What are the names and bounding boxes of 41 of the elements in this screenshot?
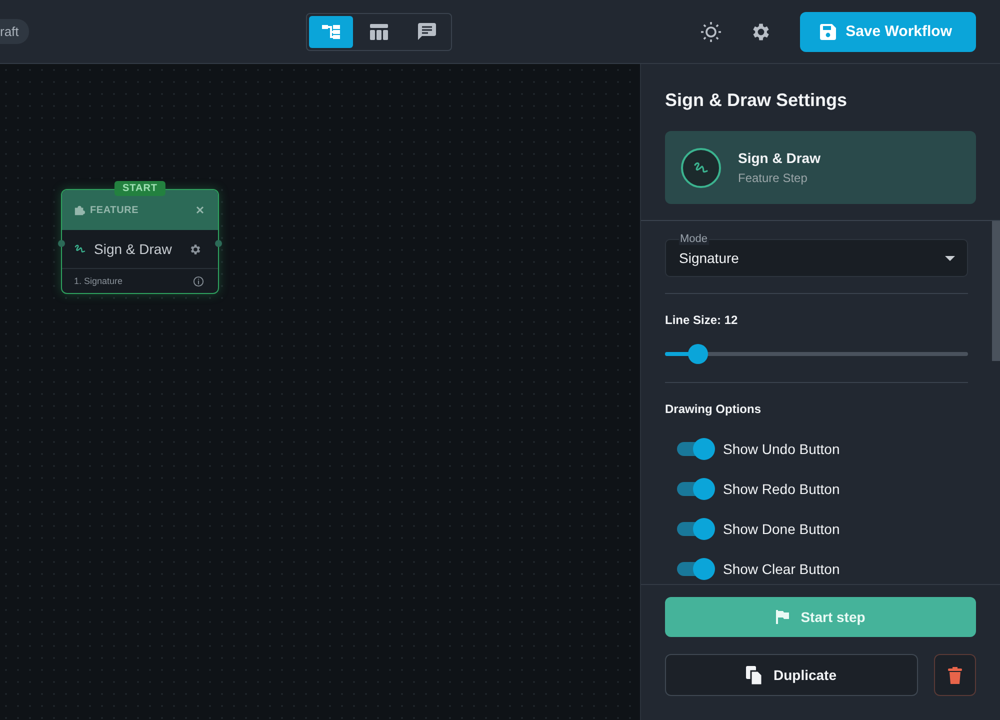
- toggle-switch[interactable]: [677, 436, 715, 462]
- chat-icon: [418, 23, 436, 40]
- field-label: Mode: [679, 233, 709, 245]
- output-port[interactable]: [215, 240, 222, 247]
- option-label: Show Redo Button: [723, 481, 840, 497]
- copy-icon: [746, 666, 764, 684]
- panel-title: Sign & Draw Settings: [665, 90, 848, 111]
- input-port[interactable]: [58, 240, 65, 247]
- node-category: FEATURE: [90, 204, 140, 216]
- toggle-switch[interactable]: [677, 556, 715, 582]
- settings-icon[interactable]: [189, 242, 202, 256]
- option-label: Show Undo Button: [723, 441, 840, 457]
- table-icon: [370, 24, 388, 40]
- flow-view-tab[interactable]: [309, 16, 354, 48]
- duplicate-button[interactable]: Duplicate: [665, 654, 918, 696]
- scrollbar[interactable]: [992, 221, 1000, 361]
- slider-thumb[interactable]: [688, 344, 708, 364]
- line-size-label: Line Size: 12: [665, 313, 739, 327]
- flow-icon: [322, 24, 340, 40]
- line-size-slider[interactable]: [665, 344, 968, 364]
- toggle-switch[interactable]: [677, 516, 715, 542]
- close-icon[interactable]: [196, 206, 204, 214]
- step-name: Sign & Draw: [738, 150, 820, 166]
- trash-icon: [948, 666, 962, 684]
- signature-icon: [693, 160, 709, 176]
- node-title: Sign & Draw: [94, 241, 173, 257]
- section-heading: Drawing Options: [665, 402, 762, 416]
- node-field: 1. Signature: [74, 276, 193, 286]
- option-label: Show Clear Button: [723, 561, 840, 577]
- option-label: Show Done Button: [723, 521, 840, 537]
- info-icon[interactable]: [193, 276, 204, 286]
- delete-button[interactable]: [934, 654, 976, 696]
- signature-icon: [74, 243, 86, 255]
- status-chip: raft: [0, 19, 29, 44]
- start-badge: START: [114, 181, 166, 196]
- sun-icon[interactable]: [700, 20, 722, 42]
- dropdown-caret-icon: [945, 256, 955, 260]
- step-type: Feature Step: [738, 171, 808, 185]
- puzzle-icon: [74, 204, 85, 216]
- toggle-switch[interactable]: [677, 476, 715, 502]
- flag-icon: [776, 610, 789, 624]
